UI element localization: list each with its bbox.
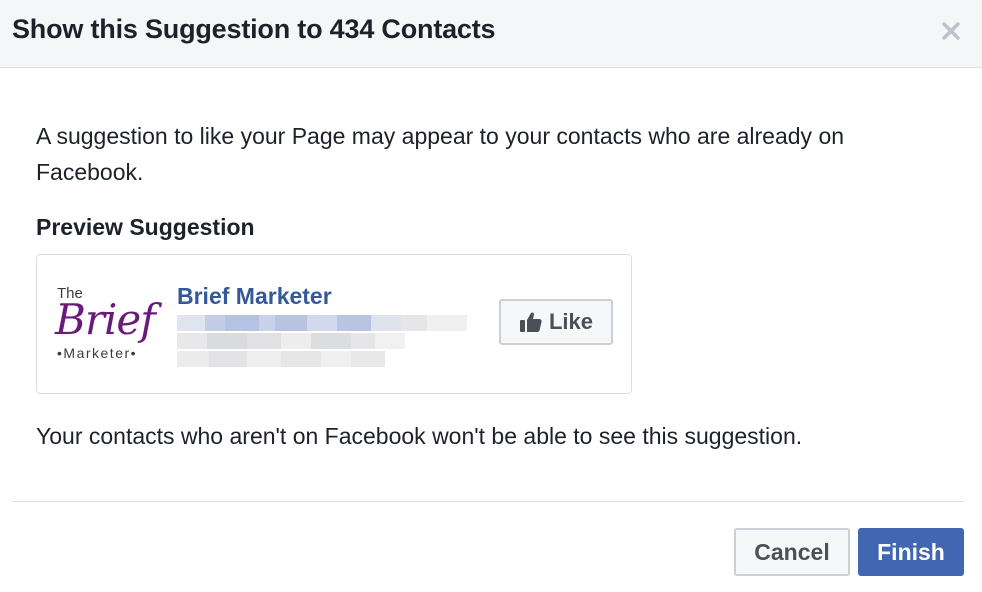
- dialog-header: Show this Suggestion to 434 Contacts: [0, 0, 982, 68]
- cancel-button[interactable]: Cancel: [734, 528, 850, 576]
- footer-divider: [12, 501, 964, 502]
- page-logo: The Brief •Marketer•: [51, 281, 161, 371]
- thumbs-up-icon: [519, 312, 542, 332]
- intro-text: A suggestion to like your Page may appea…: [36, 123, 845, 185]
- logo-text-marketer: •Marketer•: [57, 345, 138, 361]
- blurred-description: [177, 315, 467, 369]
- suggestion-preview-card: The Brief •Marketer• Brief Marketer Like: [36, 254, 632, 394]
- outro-text: Your contacts who aren't on Facebook won…: [36, 423, 803, 449]
- preview-heading: Preview Suggestion: [36, 214, 255, 240]
- page-name-link[interactable]: Brief Marketer: [177, 283, 332, 310]
- finish-button[interactable]: Finish: [858, 528, 964, 576]
- close-icon: [942, 22, 960, 40]
- close-button[interactable]: [934, 14, 968, 48]
- dialog-title: Show this Suggestion to 434 Contacts: [12, 14, 496, 44]
- logo-text-brief: Brief: [55, 295, 156, 344]
- like-button-label: Like: [548, 309, 594, 334]
- like-button[interactable]: Like: [499, 299, 613, 345]
